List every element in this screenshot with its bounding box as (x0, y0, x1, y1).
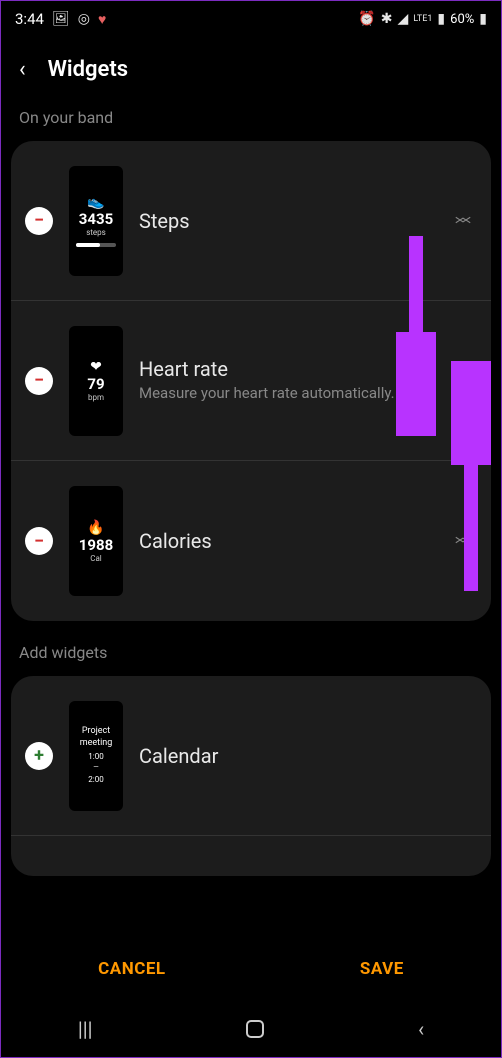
status-time: 3:44 (15, 10, 44, 28)
thumb-event: Project meeting (71, 726, 121, 749)
back-button[interactable]: ‹ (19, 57, 26, 82)
widget-title: Steps (139, 209, 433, 233)
remove-button[interactable]: − (25, 527, 53, 555)
thumb-unit: Cal (90, 554, 102, 563)
progress-bar (76, 243, 116, 247)
drag-handle[interactable]: ︿﹀ (449, 533, 477, 549)
thumb-value: 79 (87, 377, 104, 392)
remove-button[interactable]: − (25, 367, 53, 395)
nav-back-button[interactable]: ‹ (418, 1017, 424, 1041)
home-button[interactable] (246, 1020, 264, 1038)
cancel-button[interactable]: CANCEL (98, 959, 165, 979)
section-add-widgets-label: Add widgets (1, 643, 501, 676)
widget-title: Heart rate (139, 357, 433, 381)
add-widgets-card: + Project meeting 1:00 — 2:00 Calendar (11, 676, 491, 876)
recents-button[interactable]: ||| (78, 1017, 93, 1041)
drag-handle[interactable]: ︿﹀ (449, 373, 477, 389)
volte-icon: LTE1 (413, 14, 432, 24)
header: ‹ Widgets (1, 37, 501, 108)
wifi-icon: ◢ (397, 11, 408, 27)
drag-handle[interactable]: ︿﹀ (449, 213, 477, 229)
signal-icon: ▮ (437, 11, 445, 27)
bluetooth-icon: ✱ (381, 11, 393, 27)
save-button[interactable]: SAVE (360, 959, 404, 979)
widget-row-steps: − 👟 3435 steps Steps ︿﹀ (11, 141, 491, 301)
heart-rate-icon: ❤ (90, 359, 102, 375)
widget-thumbnail-calories: 🔥 1988 Cal (69, 486, 123, 596)
thumb-unit: bpm (88, 393, 104, 402)
widget-row-calendar: + Project meeting 1:00 — 2:00 Calendar (11, 676, 491, 836)
widget-thumbnail-steps: 👟 3435 steps (69, 166, 123, 276)
navigation-bar: ||| ‹ (1, 1001, 501, 1057)
widget-row-more (11, 836, 491, 876)
battery-icon: ▮ (479, 11, 487, 27)
alarm-icon: ⏰ (358, 11, 375, 27)
circle-icon: ◎ (78, 11, 90, 27)
widget-row-heart-rate: − ❤ 79 bpm Heart rate Measure your heart… (11, 301, 491, 461)
battery-text: 60% (450, 12, 474, 27)
shoe-icon: 👟 (87, 194, 104, 210)
add-button[interactable]: + (25, 742, 53, 770)
status-bar: 3:44 🖼 ◎ ♥ ⏰ ✱ ◢ LTE1 ▮ 60% ▮ (1, 1, 501, 37)
image-icon: 🖼 (52, 11, 70, 27)
widget-title: Calories (139, 529, 433, 553)
heart-icon: ♥ (98, 11, 106, 28)
thumb-unit: steps (86, 228, 106, 237)
thumb-value: 3435 (79, 212, 113, 227)
on-band-card: − 👟 3435 steps Steps ︿﹀ − ❤ 79 bpm Heart… (11, 141, 491, 621)
thumb-time-end: 2:00 (88, 775, 103, 785)
remove-button[interactable]: − (25, 207, 53, 235)
widget-row-calories: − 🔥 1988 Cal Calories ︿﹀ (11, 461, 491, 621)
thumb-time-start: 1:00 (88, 752, 103, 762)
page-title: Widgets (48, 57, 128, 82)
widget-thumbnail-calendar: Project meeting 1:00 — 2:00 (69, 701, 123, 811)
widget-subtitle: Measure your heart rate automatically. (139, 384, 433, 404)
widget-title: Calendar (139, 744, 477, 768)
flame-icon: 🔥 (87, 520, 104, 536)
bottom-actions: CANCEL SAVE (1, 937, 501, 1001)
thumb-value: 1988 (79, 538, 113, 553)
widget-thumbnail-heart-rate: ❤ 79 bpm (69, 326, 123, 436)
section-on-band-label: On your band (1, 108, 501, 141)
